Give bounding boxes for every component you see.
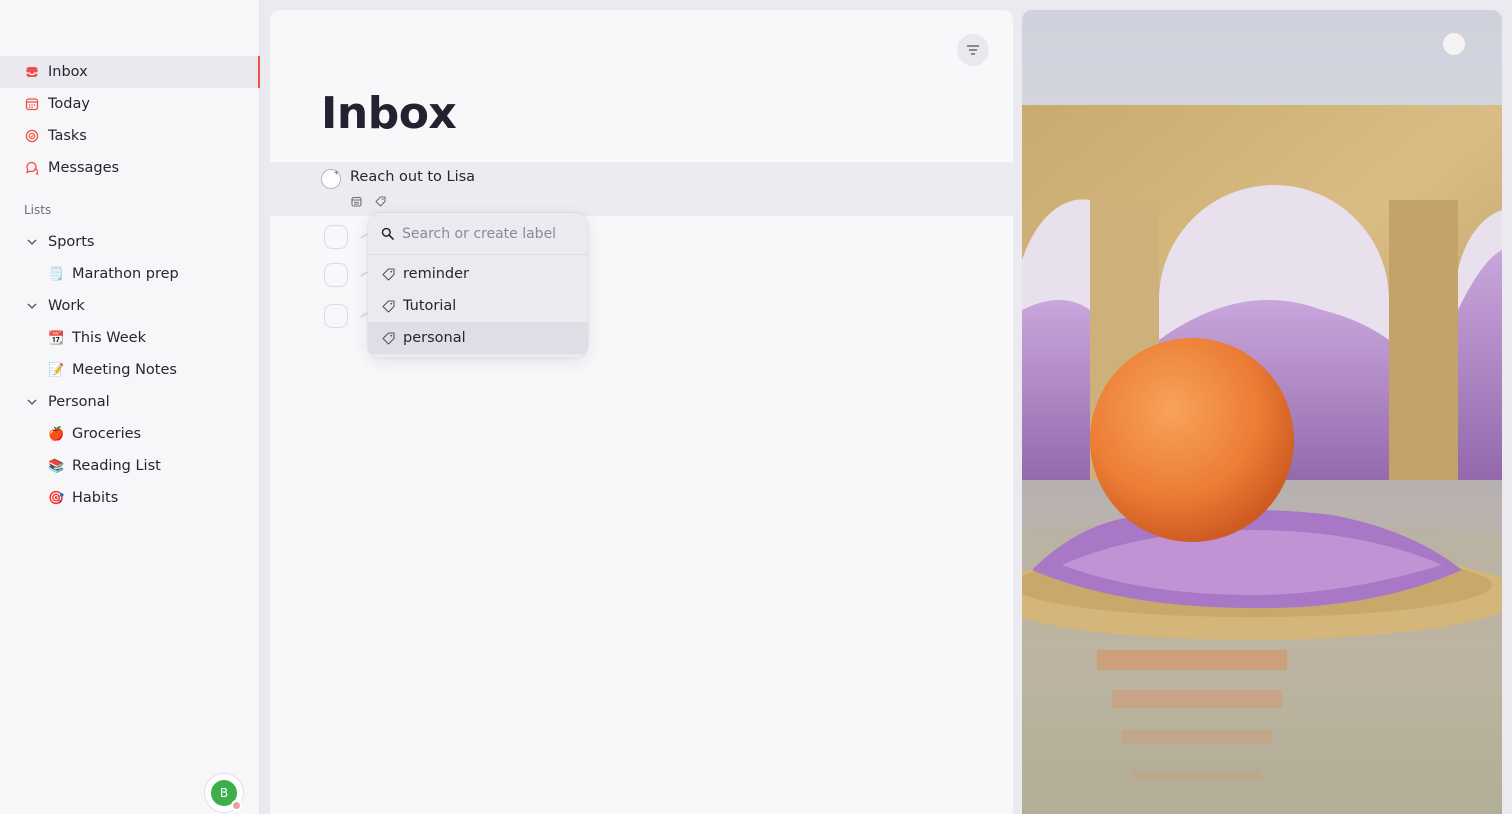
- task-checkbox[interactable]: [321, 169, 341, 189]
- main-panel: Inbox Reach out to Lisa: [270, 10, 1013, 814]
- group-label: Sports: [48, 234, 95, 250]
- memo-icon: 📝: [48, 362, 65, 378]
- label-option-text: personal: [403, 330, 466, 346]
- sidebar-item-tasks[interactable]: Tasks: [0, 120, 260, 152]
- background-illustration: [1022, 10, 1502, 814]
- calendar-emoji-icon: 📆: [48, 330, 65, 346]
- list-item-label: Marathon prep: [72, 266, 179, 282]
- notepad-icon: 🗒️: [48, 266, 65, 282]
- sidebar: Inbox Today Tasks Messages Lists Sports …: [0, 0, 260, 814]
- tag-icon: [382, 299, 395, 313]
- target-icon: 🎯: [48, 490, 65, 506]
- list-group-sports[interactable]: Sports: [0, 226, 260, 258]
- calendar-icon: [25, 97, 39, 111]
- chevron-down-icon: [26, 300, 38, 312]
- task-title[interactable]: Reach out to Lisa: [350, 169, 475, 185]
- label-option-tutorial[interactable]: Tutorial: [368, 290, 588, 322]
- sidebar-item-label: Today: [48, 96, 90, 112]
- lists-heading: Lists: [24, 203, 52, 217]
- tag-icon: [382, 331, 395, 345]
- label-dropdown: reminder Tutorial personal: [368, 213, 588, 358]
- filter-icon: [967, 45, 979, 55]
- tag-icon: [382, 267, 395, 281]
- list-item-label: Groceries: [72, 426, 142, 442]
- tasks-icon: [25, 129, 39, 143]
- chevron-down-icon: [26, 396, 38, 408]
- sidebar-item-label: Messages: [48, 160, 120, 176]
- list-item-this-week[interactable]: 📆 This Week: [0, 322, 260, 354]
- list-item-label: This Week: [72, 330, 146, 346]
- placeholder-task-checkbox: [324, 225, 348, 249]
- apple-icon: 🍎: [48, 426, 65, 442]
- due-date-icon[interactable]: [350, 195, 362, 207]
- page-title: Inbox: [321, 88, 457, 139]
- label-option-text: Tutorial: [403, 298, 457, 314]
- chevron-down-icon: [26, 236, 38, 248]
- list-item-habits[interactable]: 🎯 Habits: [0, 482, 260, 514]
- task-row[interactable]: Reach out to Lisa: [270, 162, 1013, 216]
- label-option-reminder[interactable]: reminder: [368, 258, 588, 290]
- group-label: Work: [48, 298, 85, 314]
- list-item-label: Habits: [72, 490, 119, 506]
- placeholder-task-line: [360, 312, 368, 318]
- sidebar-item-inbox[interactable]: Inbox: [0, 56, 260, 88]
- list-item-label: Reading List: [72, 458, 161, 474]
- filter-button[interactable]: [957, 34, 989, 66]
- label-option-personal[interactable]: personal: [368, 322, 588, 354]
- list-item-meeting-notes[interactable]: 📝 Meeting Notes: [0, 354, 260, 386]
- list-item-groceries[interactable]: 🍎 Groceries: [0, 418, 260, 450]
- status-badge: [231, 800, 242, 811]
- sidebar-item-label: Tasks: [48, 128, 87, 144]
- list-item-label: Meeting Notes: [72, 362, 177, 378]
- label-option-text: reminder: [403, 266, 469, 282]
- list-item-marathon-prep[interactable]: 🗒️ Marathon prep: [0, 258, 260, 290]
- list-group-personal[interactable]: Personal: [0, 386, 260, 418]
- placeholder-task-line: [360, 271, 368, 277]
- group-label: Personal: [48, 394, 110, 410]
- list-group-work[interactable]: Work: [0, 290, 260, 322]
- placeholder-task-checkbox: [324, 263, 348, 287]
- user-avatar-button[interactable]: B: [204, 773, 244, 813]
- label-tag-icon[interactable]: [374, 195, 386, 207]
- inbox-icon: [25, 65, 39, 79]
- placeholder-task-line: [360, 233, 368, 239]
- placeholder-task-checkbox: [324, 304, 348, 328]
- list-item-reading-list[interactable]: 📚 Reading List: [0, 450, 260, 482]
- messages-icon: [25, 161, 39, 175]
- sidebar-item-today[interactable]: Today: [0, 88, 260, 120]
- books-icon: 📚: [48, 458, 65, 474]
- sidebar-item-messages[interactable]: Messages: [0, 152, 260, 184]
- label-search: [368, 213, 588, 255]
- search-icon: [381, 227, 394, 240]
- label-search-input[interactable]: [402, 225, 572, 242]
- sidebar-item-label: Inbox: [48, 64, 88, 80]
